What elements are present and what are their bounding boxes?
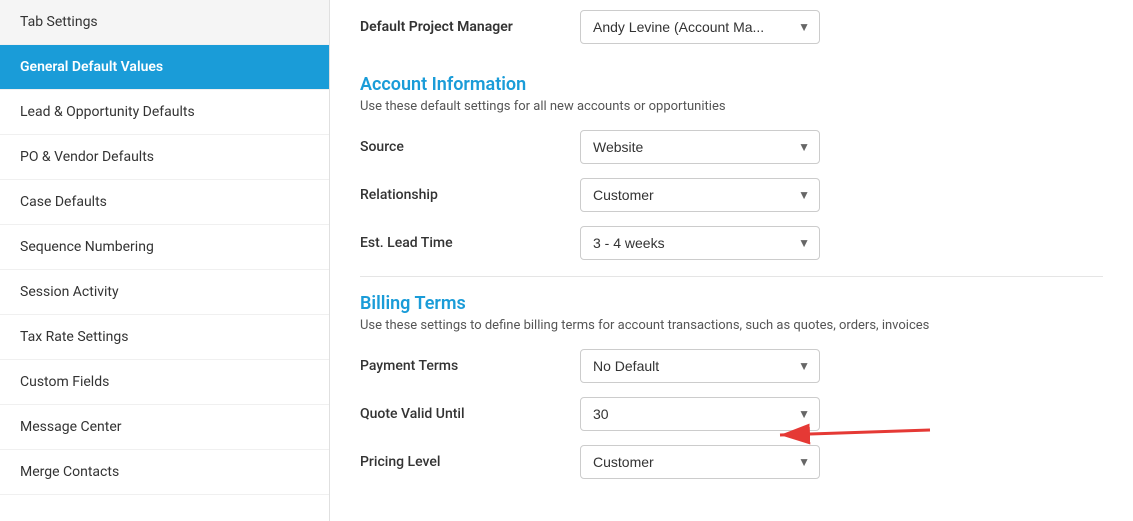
- field-label-payment-terms: Payment Terms: [360, 358, 580, 374]
- select-source[interactable]: WebsitePhoneEmailReferral: [580, 130, 820, 164]
- billing-terms-desc: Use these settings to define billing ter…: [360, 318, 1103, 333]
- billing-terms-title: Billing Terms: [360, 293, 1103, 314]
- sidebar-item-po-vendor-defaults[interactable]: PO & Vendor Defaults: [0, 135, 329, 180]
- sidebar-item-tax-rate-settings[interactable]: Tax Rate Settings: [0, 315, 329, 360]
- field-label-quote-valid-until: Quote Valid Until: [360, 406, 580, 422]
- sidebar-item-message-center[interactable]: Message Center: [0, 405, 329, 450]
- field-label-pricing-level: Pricing Level: [360, 454, 580, 470]
- select-wrapper-pricing-level: CustomerRetailWholesale▼: [580, 445, 820, 479]
- field-row-est.-lead-time: Est. Lead Time1 - 2 weeks3 - 4 weeks5 - …: [360, 226, 1103, 260]
- sidebar-item-custom-fields[interactable]: Custom Fields: [0, 360, 329, 405]
- field-label-est.-lead-time: Est. Lead Time: [360, 235, 580, 251]
- account-information-section: Account Information Use these default se…: [360, 74, 1103, 260]
- select-wrapper-quote-valid-until: 1530456090▼: [580, 397, 820, 431]
- field-row-payment-terms: Payment TermsNo DefaultNet 15Net 30Net 6…: [360, 349, 1103, 383]
- select-wrapper-payment-terms: No DefaultNet 15Net 30Net 60Due on Recei…: [580, 349, 820, 383]
- field-row-pricing-level: Pricing LevelCustomerRetailWholesale▼: [360, 445, 1103, 479]
- sidebar-item-sequence-numbering[interactable]: Sequence Numbering: [0, 225, 329, 270]
- top-field-row: Default Project Manager Andy Levine (Acc…: [360, 10, 1103, 54]
- sidebar-item-tab-settings[interactable]: Tab Settings: [0, 0, 329, 45]
- sidebar-item-general-default-values[interactable]: General Default Values: [0, 45, 329, 90]
- select-quote-valid-until[interactable]: 1530456090: [580, 397, 820, 431]
- select-wrapper-source: WebsitePhoneEmailReferral▼: [580, 130, 820, 164]
- select-wrapper-relationship: CustomerProspectPartner▼: [580, 178, 820, 212]
- sidebar-item-case-defaults[interactable]: Case Defaults: [0, 180, 329, 225]
- field-row-source: SourceWebsitePhoneEmailReferral▼: [360, 130, 1103, 164]
- account-fields: SourceWebsitePhoneEmailReferral▼ Relation…: [360, 130, 1103, 260]
- main-content: Default Project Manager Andy Levine (Acc…: [330, 0, 1133, 521]
- field-label-relationship: Relationship: [360, 187, 580, 203]
- default-project-manager-label: Default Project Manager: [360, 19, 580, 35]
- billing-terms-section: Billing Terms Use these settings to defi…: [360, 293, 1103, 479]
- billing-fields: Payment TermsNo DefaultNet 15Net 30Net 6…: [360, 349, 1103, 479]
- default-project-manager-wrapper: Andy Levine (Account Ma... ▼: [580, 10, 820, 44]
- field-label-source: Source: [360, 139, 580, 155]
- field-row-quote-valid-until: Quote Valid Until1530456090▼: [360, 397, 1103, 431]
- account-information-title: Account Information: [360, 74, 1103, 95]
- sidebar-item-merge-contacts[interactable]: Merge Contacts: [0, 450, 329, 495]
- select-relationship[interactable]: CustomerProspectPartner: [580, 178, 820, 212]
- sidebar-item-lead-opportunity-defaults[interactable]: Lead & Opportunity Defaults: [0, 90, 329, 135]
- select-payment-terms[interactable]: No DefaultNet 15Net 30Net 60Due on Recei…: [580, 349, 820, 383]
- sidebar-item-session-activity[interactable]: Session Activity: [0, 270, 329, 315]
- section-divider: [360, 276, 1103, 277]
- account-information-desc: Use these default settings for all new a…: [360, 99, 1103, 114]
- sidebar: Tab SettingsGeneral Default ValuesLead &…: [0, 0, 330, 521]
- field-row-relationship: RelationshipCustomerProspectPartner▼: [360, 178, 1103, 212]
- select-wrapper-est.-lead-time: 1 - 2 weeks3 - 4 weeks5 - 6 weeks7+ week…: [580, 226, 820, 260]
- select-pricing-level[interactable]: CustomerRetailWholesale: [580, 445, 820, 479]
- select-est.-lead-time[interactable]: 1 - 2 weeks3 - 4 weeks5 - 6 weeks7+ week…: [580, 226, 820, 260]
- default-project-manager-select[interactable]: Andy Levine (Account Ma...: [580, 10, 820, 44]
